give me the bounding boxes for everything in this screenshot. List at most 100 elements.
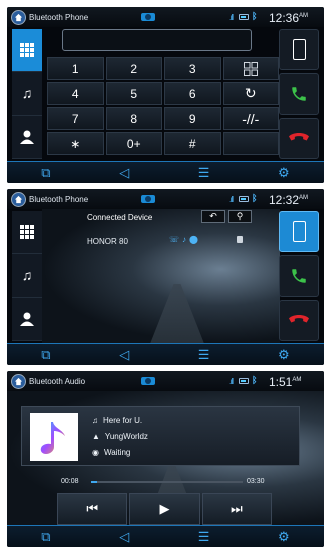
equalizer-icon[interactable]: ☰	[198, 348, 210, 361]
device-profile-icons: ☏♪⬤	[169, 235, 201, 244]
screen-icon[interactable]: ⧉	[41, 530, 50, 543]
play-button[interactable]: ▶	[129, 493, 200, 525]
bluetooth-icon: ᛒ	[252, 193, 258, 203]
key-2[interactable]: 2	[105, 57, 162, 80]
call-icon	[292, 87, 306, 101]
home-icon[interactable]	[11, 191, 26, 207]
signal-icon: .ıll	[229, 13, 234, 22]
volume-icon[interactable]: ◁	[119, 530, 129, 543]
contacts-grid-button[interactable]	[222, 57, 279, 80]
keypad-icon	[20, 43, 34, 58]
keypad-tab[interactable]	[12, 211, 42, 255]
status-line: ◉ Waiting	[92, 448, 130, 457]
contacts-tab[interactable]	[12, 116, 42, 159]
clock: 12:32AM	[269, 193, 309, 207]
battery-icon	[239, 14, 249, 20]
right-menu	[279, 29, 319, 159]
dial-keypad: 1 2 3 4 5 6 ↻ 7 8 9 -//- ∗ 0+ #	[47, 57, 279, 155]
track-line: ♫ Here for U.	[92, 416, 142, 425]
phone-device-button[interactable]	[279, 211, 319, 253]
contacts-icon	[20, 130, 34, 144]
volume-icon[interactable]: ◁	[119, 348, 129, 361]
now-playing-panel: ♫ Here for U. ▲ YungWorldz ◉ Waiting	[21, 406, 300, 466]
background-scene	[42, 209, 280, 364]
album-art	[30, 413, 78, 461]
music-icon: ♫	[21, 267, 33, 284]
left-menu: ♫	[12, 211, 42, 341]
music-tab[interactable]: ♫	[12, 72, 42, 116]
screen-icon[interactable]: ⧉	[41, 166, 50, 179]
empty-key	[222, 132, 279, 155]
music-note-icon	[40, 422, 65, 454]
hangup-button[interactable]	[279, 299, 319, 341]
next-icon: ⏭	[230, 501, 243, 516]
screen-title: Bluetooth Phone	[29, 12, 89, 22]
progress-fill	[91, 481, 98, 483]
elapsed-time: 00:08	[61, 478, 79, 485]
next-button[interactable]: ⏭	[201, 493, 272, 525]
key-7[interactable]: 7	[47, 107, 104, 130]
music-tab[interactable]: ♫	[12, 254, 42, 298]
call-icon	[292, 269, 306, 283]
screen-title: Bluetooth Phone	[29, 194, 89, 204]
grid-icon	[243, 61, 258, 76]
back-button[interactable]: ↶	[201, 210, 225, 223]
backspace-icon: -//-	[242, 110, 260, 127]
backspace-button[interactable]: -//-	[222, 107, 279, 130]
hangup-button[interactable]	[279, 117, 319, 159]
hangup-icon	[289, 315, 309, 323]
settings-icon[interactable]: ⚙	[278, 530, 290, 543]
key-1[interactable]: 1	[47, 57, 104, 80]
keypad-tab[interactable]	[12, 29, 42, 73]
key-6[interactable]: 6	[164, 82, 221, 105]
bottom-bar: ⧉ ◁ ☰ ⚙	[7, 525, 324, 547]
volume-icon[interactable]: ◁	[119, 166, 129, 179]
key-hash[interactable]: #	[164, 132, 221, 155]
key-star[interactable]: ∗	[47, 132, 104, 155]
search-button[interactable]: ⚲	[228, 210, 252, 223]
call-button[interactable]	[279, 255, 319, 297]
bottom-bar: ⧉ ◁ ☰ ⚙	[7, 343, 324, 365]
home-icon[interactable]	[11, 373, 26, 389]
artist-name: YungWorldz	[104, 432, 148, 441]
key-9[interactable]: 9	[164, 107, 221, 130]
call-button[interactable]	[279, 73, 319, 115]
key-3[interactable]: 3	[164, 57, 221, 80]
playback-controls: ⏮ ▶ ⏭	[57, 493, 272, 525]
key-4[interactable]: 4	[47, 82, 104, 105]
progress-bar[interactable]	[91, 481, 243, 483]
play-icon: ▶	[159, 501, 170, 516]
screen-icon[interactable]: ⧉	[41, 348, 50, 361]
status-bar: Bluetooth Phone .ıll ᛒ 12:32AM	[7, 189, 324, 209]
device-name[interactable]: HONOR 80	[87, 237, 128, 246]
bluetooth-audio-screen: Bluetooth Audio .ıll ᛒ 1:51AM ♫ Here for …	[7, 371, 324, 547]
number-input[interactable]	[62, 29, 252, 51]
settings-icon[interactable]: ⚙	[278, 166, 290, 179]
clock: 12:36AM	[269, 11, 309, 25]
redial-button[interactable]: ↻	[222, 82, 279, 105]
right-menu	[279, 211, 319, 341]
signal-icon: .ıll	[229, 377, 234, 386]
search-icon: ⚲	[236, 211, 244, 221]
phone-device-button[interactable]	[279, 29, 319, 71]
equalizer-icon[interactable]: ☰	[198, 166, 210, 179]
bluetooth-icon: ᛒ	[252, 375, 258, 385]
keypad-icon	[20, 225, 34, 240]
phone-device-icon	[292, 39, 306, 61]
key-0-plus[interactable]: 0+	[105, 132, 162, 155]
equalizer-icon[interactable]: ☰	[198, 530, 210, 543]
bluetooth-phone-keypad-screen: Bluetooth Phone .ıll ᛒ 12:36AM ♫ 1 2 3 4…	[7, 7, 324, 183]
camera-icon	[141, 13, 155, 21]
previous-button[interactable]: ⏮	[57, 493, 128, 525]
contacts-tab[interactable]	[12, 298, 42, 341]
artist-icon: ▲	[92, 432, 100, 441]
key-8[interactable]: 8	[105, 107, 162, 130]
settings-icon[interactable]: ⚙	[278, 348, 290, 361]
bluetooth-phone-device-screen: Bluetooth Phone .ıll ᛒ 12:32AM ♫ Connect…	[7, 189, 324, 365]
key-5[interactable]: 5	[105, 82, 162, 105]
bottom-bar: ⧉ ◁ ☰ ⚙	[7, 161, 324, 183]
playback-status: Waiting	[103, 448, 131, 457]
home-icon[interactable]	[11, 9, 26, 25]
camera-icon	[141, 377, 155, 385]
delete-icon[interactable]	[237, 236, 243, 243]
